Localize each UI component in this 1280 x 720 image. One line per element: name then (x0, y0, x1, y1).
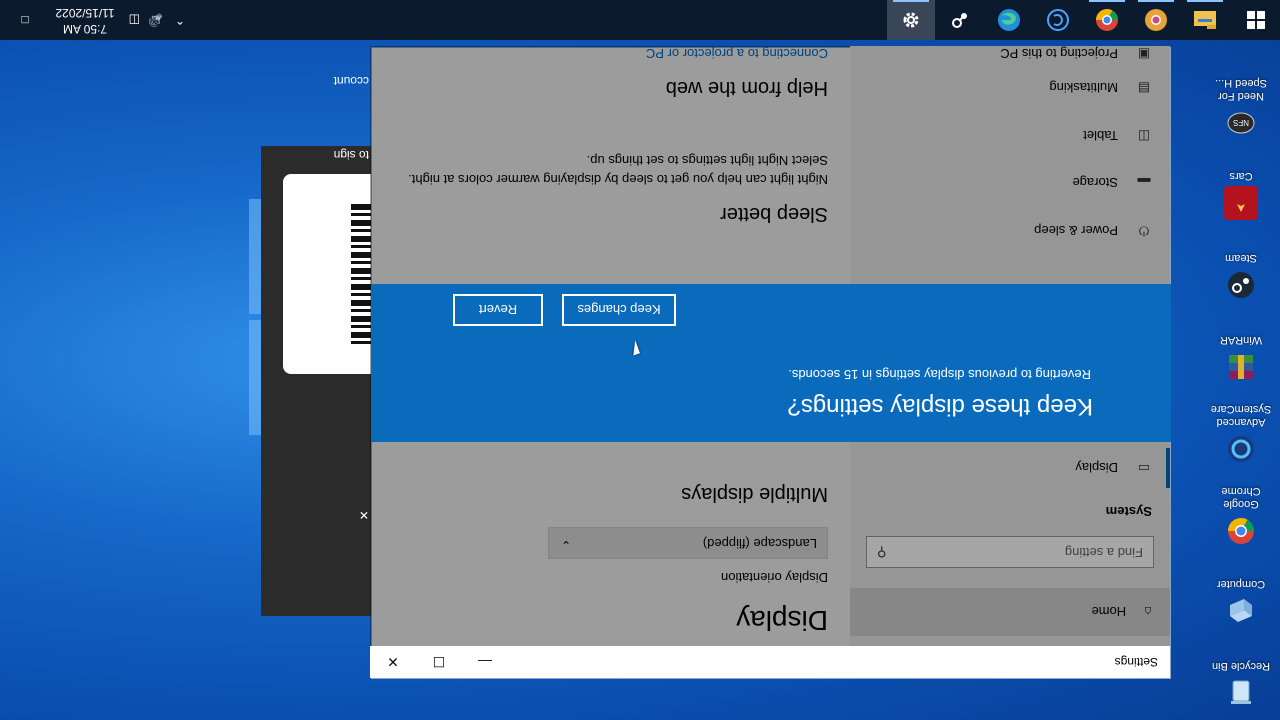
desktop-icon-google-chrome[interactable]: Google Chrome (1206, 484, 1276, 548)
chrome-icon (1096, 9, 1118, 31)
desktop-icon-computer[interactable]: Computer (1206, 577, 1276, 628)
desktop-screen: Recycle Bin Computer Google Chrome Advan… (0, 0, 1280, 720)
ccleaner-icon (1047, 9, 1069, 31)
taskbar: ⌃ 🔊 ◫ 7:50 AM 11/15/2022 □ (0, 0, 1280, 40)
close-button[interactable]: ✕ (370, 646, 416, 678)
advanced-systemcare-icon (1224, 432, 1258, 466)
taskbar-chrome-canary[interactable] (1132, 0, 1180, 40)
svg-text:NFS: NFS (1233, 118, 1249, 127)
taskbar-clock[interactable]: 7:50 AM 11/15/2022 (50, 5, 120, 37)
taskbar-chrome[interactable] (1083, 0, 1131, 40)
desktop-icon-label: Computer (1216, 578, 1266, 590)
keep-display-settings-dialog: Keep these display settings? Reverting t… (371, 284, 1171, 442)
qr-code-card (283, 174, 371, 374)
action-center-button[interactable]: □ (8, 0, 42, 40)
desktop-icon-advanced-systemcare[interactable]: Advanced SystemCare (1206, 402, 1276, 466)
qr-code-image (351, 204, 371, 344)
desktop-icon-label: Recycle Bin (1211, 660, 1271, 672)
tray-volume[interactable]: 🔊 (148, 0, 163, 40)
revert-button[interactable]: Revert (453, 294, 543, 326)
edge-icon (998, 9, 1020, 31)
desktop-icon-need-for-speed[interactable]: NFS Need For Speed H... (1206, 76, 1276, 140)
computer-icon (1224, 594, 1258, 628)
desktop-icon-label: Advanced SystemCare (1210, 403, 1272, 428)
notification-icon: □ (21, 13, 29, 27)
network-icon: ◫ (128, 13, 140, 27)
chevron-up-icon: ⌃ (174, 13, 185, 27)
desktop-icon-steam[interactable]: Steam (1206, 251, 1276, 302)
speaker-icon: 🔊 (148, 13, 163, 27)
cars-game-icon (1224, 186, 1258, 220)
settings-gear-icon (903, 12, 919, 28)
tray-network[interactable]: ◫ (129, 0, 140, 40)
desktop-icon-recycle-bin[interactable]: Recycle Bin (1206, 659, 1276, 710)
tray-show-hidden[interactable]: ⌃ (175, 0, 185, 40)
start-button[interactable] (1232, 0, 1280, 40)
clock-time: 7:50 AM (62, 22, 108, 36)
sign-in-text: to sign (333, 148, 369, 162)
recycle-bin-icon (1224, 676, 1258, 710)
window-close-x[interactable]: ✕ (359, 508, 369, 522)
steam-icon (952, 13, 967, 28)
desktop-icon-label: Steam (1225, 252, 1257, 264)
desktop-icon-label: Cars (1229, 170, 1253, 182)
background-app-window[interactable]: ✕ to sign ccount (261, 74, 371, 616)
need-for-speed-icon: NFS (1224, 106, 1258, 140)
settings-titlebar[interactable]: Settings — ☐ ✕ (370, 646, 1170, 678)
clock-date: 11/15/2022 (55, 6, 115, 20)
minimize-button[interactable]: — (462, 646, 508, 678)
desktop-icon-label: WinRAR (1219, 334, 1263, 346)
desktop-icon-cars[interactable]: Cars (1206, 169, 1276, 220)
taskbar-settings[interactable] (887, 0, 935, 40)
chrome-canary-icon (1145, 9, 1167, 31)
taskbar-ccleaner[interactable] (1034, 0, 1082, 40)
keep-changes-button[interactable]: Keep changes (562, 294, 676, 326)
desktop-icon-winrar[interactable]: WinRAR (1206, 333, 1276, 384)
dialog-title: Keep these display settings? (787, 393, 1093, 420)
account-text: ccount (333, 74, 369, 88)
taskbar-edge[interactable] (985, 0, 1033, 40)
window-title: Settings (1114, 655, 1158, 669)
dialog-countdown-message: Reverting to previous display settings i… (788, 367, 1091, 382)
taskbar-steam[interactable] (936, 0, 984, 40)
maximize-button[interactable]: ☐ (416, 646, 462, 678)
desktop-icon-label: Need For Speed H... (1215, 77, 1267, 102)
steam-icon (1224, 268, 1258, 302)
desktop-icon-label: Google Chrome (1221, 485, 1261, 510)
file-explorer-icon (1194, 11, 1216, 29)
taskbar-file-explorer[interactable] (1181, 0, 1229, 40)
windows-start-icon (1247, 11, 1265, 29)
winrar-icon (1224, 350, 1258, 384)
chrome-icon (1224, 514, 1258, 548)
